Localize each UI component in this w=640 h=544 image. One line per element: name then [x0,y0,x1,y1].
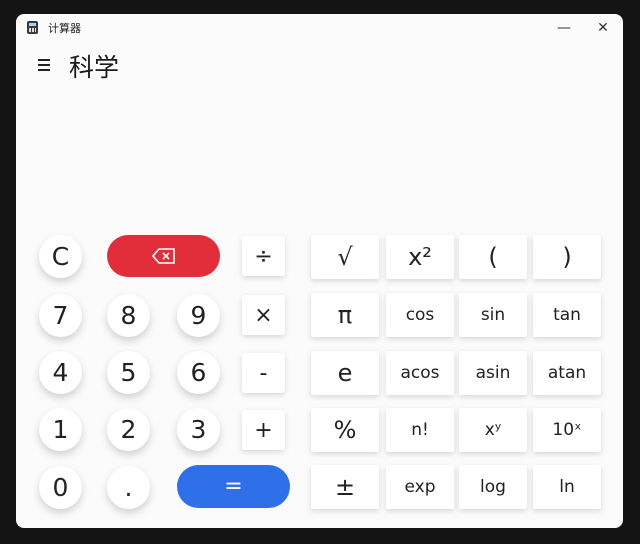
digit-7-button[interactable]: 7 [39,294,82,337]
tan-button[interactable]: tan [533,293,601,337]
sqrt-button[interactable]: √ [311,235,379,279]
sin-button[interactable]: sin [459,293,527,337]
plus-minus-button[interactable]: ± [311,465,379,509]
clear-button[interactable]: C [39,235,82,278]
close-paren-button[interactable]: ) [533,235,601,279]
divide-button[interactable]: ÷ [242,236,285,276]
calculator-app-icon [27,21,38,34]
square-button[interactable]: x² [386,235,454,279]
digit-1-button[interactable]: 1 [39,408,82,451]
atan-button[interactable]: atan [533,351,601,395]
factorial-button[interactable]: n! [386,408,454,452]
display-area [16,86,623,226]
ten-power-button[interactable]: 10ˣ [533,408,601,452]
calculator-window: 计算器 — ✕ 科学 C ÷ 7 8 9 × 4 5 6 - 1 2 3 + 0… [16,14,623,528]
e-button[interactable]: e [311,351,379,395]
multiply-button[interactable]: × [242,295,285,335]
digit-5-button[interactable]: 5 [107,351,150,394]
asin-button[interactable]: asin [459,351,527,395]
open-paren-button[interactable]: ( [459,235,527,279]
backspace-button[interactable] [107,235,220,277]
backspace-icon [151,248,175,264]
mode-title: 科学 [69,53,120,82]
percent-button[interactable]: % [311,408,379,452]
decimal-button[interactable]: . [107,466,150,509]
acos-button[interactable]: acos [386,351,454,395]
digit-4-button[interactable]: 4 [39,351,82,394]
equals-button[interactable]: = [177,465,290,508]
window-title: 计算器 [48,22,81,35]
title-bar: 计算器 — ✕ [16,14,623,42]
exp-button[interactable]: exp [386,465,454,509]
close-button[interactable]: ✕ [583,14,623,42]
cos-button[interactable]: cos [386,293,454,337]
digit-0-button[interactable]: 0 [39,466,82,509]
digit-2-button[interactable]: 2 [107,408,150,451]
ln-button[interactable]: ln [533,465,601,509]
power-button[interactable]: xʸ [459,408,527,452]
add-button[interactable]: + [242,410,285,450]
pi-button[interactable]: π [311,293,379,337]
subtract-button[interactable]: - [242,353,285,393]
digit-6-button[interactable]: 6 [177,351,220,394]
digit-8-button[interactable]: 8 [107,294,150,337]
minimize-button[interactable]: — [544,14,584,42]
hamburger-menu-icon[interactable] [38,58,52,72]
digit-9-button[interactable]: 9 [177,294,220,337]
log-button[interactable]: log [459,465,527,509]
digit-3-button[interactable]: 3 [177,408,220,451]
